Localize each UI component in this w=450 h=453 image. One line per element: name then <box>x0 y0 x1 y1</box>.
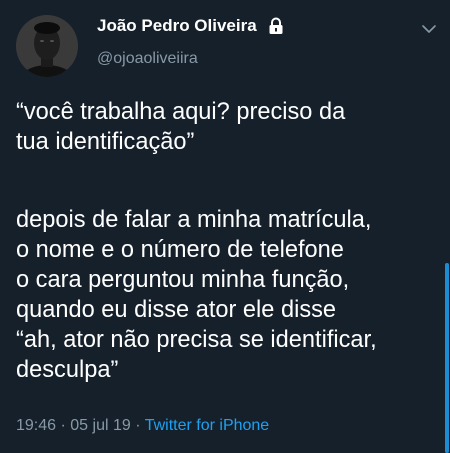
tweet-line: “ah, ator não precisa se identificar, <box>16 327 377 353</box>
chevron-down-icon[interactable] <box>421 24 437 34</box>
tweet-meta: 19:46 · 05 jul 19 · Twitter for iPhone <box>16 417 269 435</box>
meta-separator: · <box>56 417 71 434</box>
tweet-line: o cara perguntou minha função, <box>16 267 350 293</box>
user-handle[interactable]: @ojoaoliveiira <box>97 50 198 68</box>
display-name[interactable]: João Pedro Oliveira <box>97 16 257 36</box>
tweet-line: o nome e o número de telefone <box>16 237 344 263</box>
tweet-line: depois de falar a minha matrícula, <box>16 207 372 233</box>
scrollbar[interactable] <box>445 263 449 453</box>
tweet-line: tua identificação” <box>16 129 195 155</box>
tweet-text: “você trabalha aqui? preciso da tua iden… <box>16 97 441 385</box>
tweet-time[interactable]: 19:46 <box>16 417 56 434</box>
tweet-line: quando eu disse ator ele disse <box>16 297 337 323</box>
tweet-line: desculpa” <box>16 357 119 383</box>
avatar-image <box>16 15 78 77</box>
tweet-source[interactable]: Twitter for iPhone <box>145 417 270 434</box>
tweet-line: “você trabalha aqui? preciso da <box>16 99 346 125</box>
avatar[interactable] <box>16 15 78 77</box>
tweet-date[interactable]: 05 jul 19 <box>70 417 131 434</box>
lock-icon <box>269 17 283 34</box>
meta-separator: · <box>130 417 145 434</box>
